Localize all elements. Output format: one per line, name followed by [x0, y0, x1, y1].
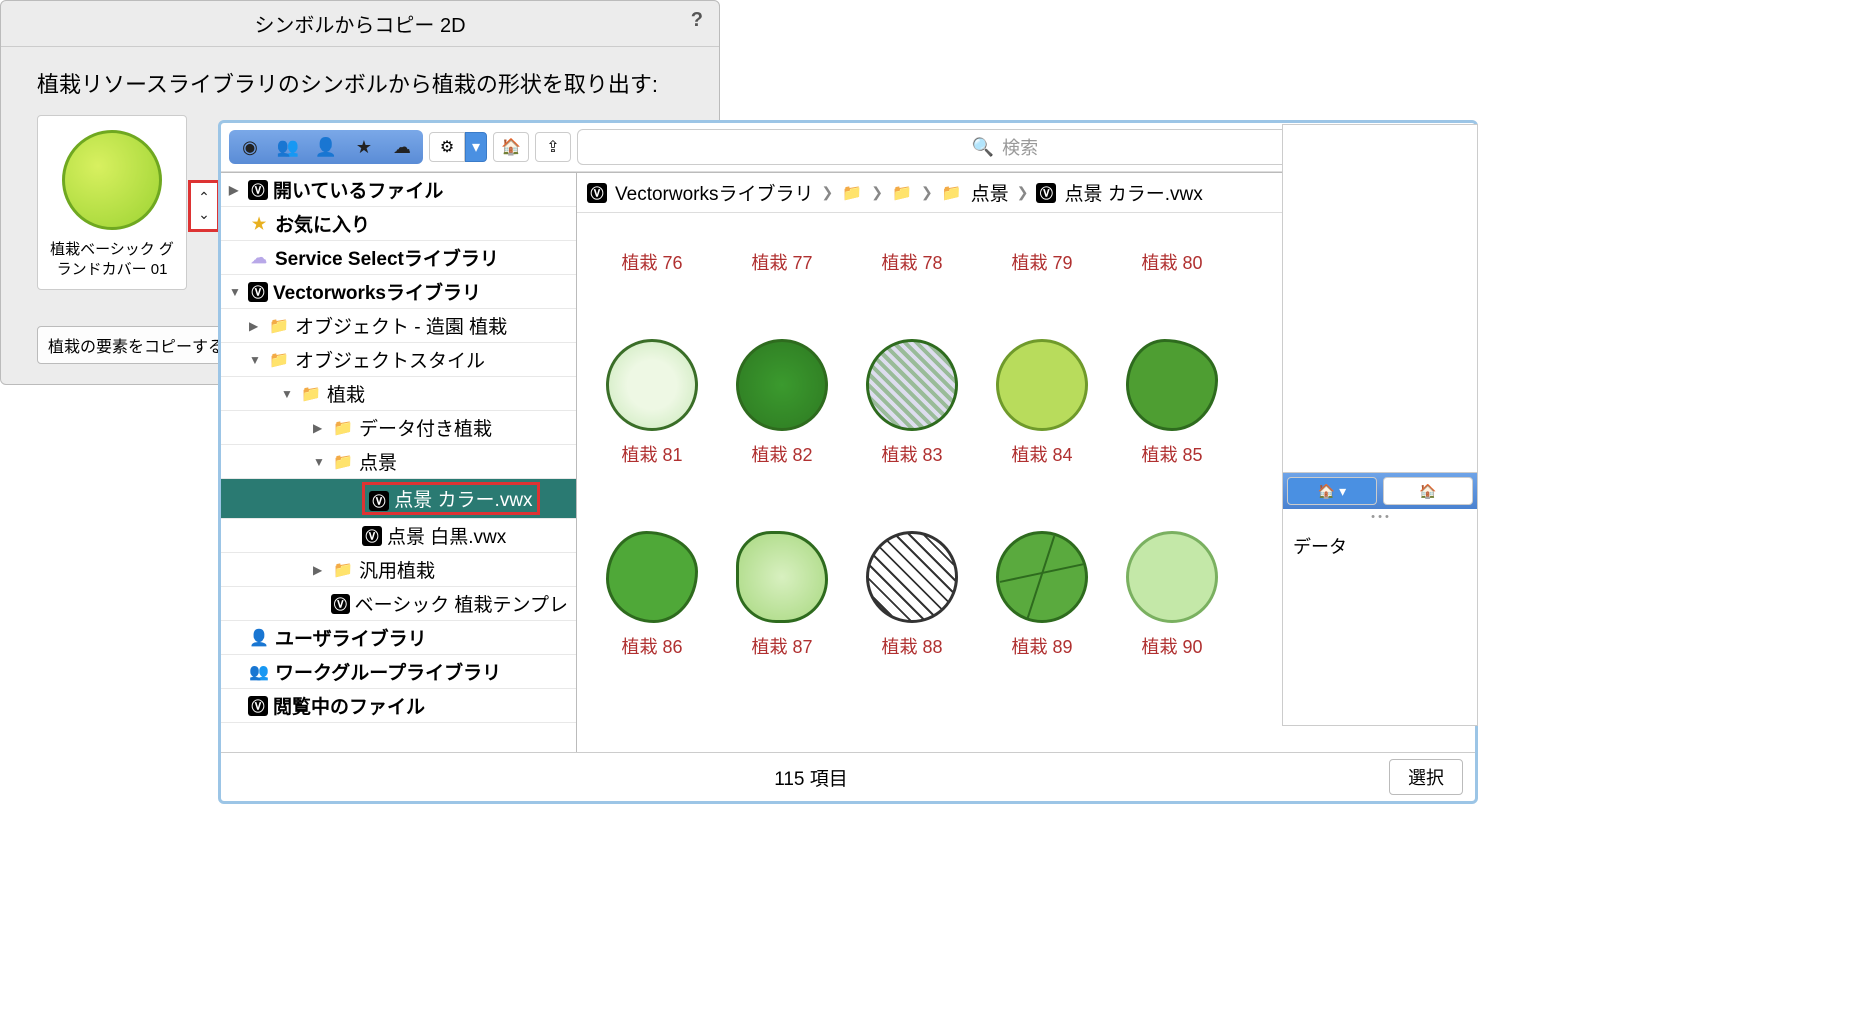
- tree-vw-library[interactable]: ▼ⓋVectorworksライブラリ: [221, 275, 576, 309]
- tree-data-planting[interactable]: ▶📁データ付き植栽: [221, 411, 576, 445]
- thumb-79[interactable]: 植栽 79: [981, 223, 1103, 275]
- chevron-up-icon: ⌃: [198, 189, 210, 206]
- tree-planting[interactable]: ▼📁植栽: [221, 377, 576, 411]
- tree-tenkei-color[interactable]: Ⓥ 点景 カラー.vwx: [221, 479, 576, 519]
- help-button[interactable]: ?: [691, 9, 703, 32]
- thumb-86[interactable]: 植栽 86: [591, 527, 713, 659]
- search-placeholder: 検索: [1002, 134, 1038, 160]
- tree-tenkei[interactable]: ▼📁点景: [221, 445, 576, 479]
- tree-favorites[interactable]: ★お気に入り: [221, 207, 576, 241]
- breadcrumb-root[interactable]: Vectorworksライブラリ: [615, 179, 813, 206]
- thumb-88[interactable]: 植栽 88: [851, 527, 973, 659]
- tree-workgroup-library[interactable]: 👥ワークグループライブラリ: [221, 655, 576, 689]
- thumb-83[interactable]: 植栽 83: [851, 335, 973, 467]
- folder-icon: 📁: [841, 182, 863, 204]
- search-icon: 🔍: [972, 137, 994, 158]
- thumb-81[interactable]: 植栽 81: [591, 335, 713, 467]
- right-panel: 🏠 ▾ 🏠 • • • データ: [1282, 124, 1478, 726]
- breadcrumb-tenkei[interactable]: 点景: [971, 179, 1009, 206]
- tree-open-files[interactable]: ▶Ⓥ開いているファイル: [221, 173, 576, 207]
- copy-elements-button[interactable]: 植栽の要素をコピーする: [37, 326, 235, 364]
- folder-icon: 📁: [891, 182, 913, 204]
- item-count: 115 項目: [233, 764, 1389, 791]
- thumb-78[interactable]: 植栽 78: [851, 223, 973, 275]
- tree-obj-style[interactable]: ▼📁オブジェクトスタイル: [221, 343, 576, 377]
- preview-label: 植栽ベーシック グランドカバー 01: [48, 240, 176, 279]
- preview-card: 植栽ベーシック グランドカバー 01: [37, 115, 187, 290]
- browser-footer: 115 項目 選択: [221, 752, 1475, 801]
- preview-plant-icon: [62, 130, 162, 230]
- group-icon[interactable]: 👥: [269, 132, 307, 162]
- tree-generic-planting[interactable]: ▶📁汎用植栽: [221, 553, 576, 587]
- view-alt-button[interactable]: 🏠: [1383, 477, 1473, 505]
- vw-icon: Ⓥ: [1036, 183, 1056, 203]
- data-section-label: データ: [1283, 525, 1477, 725]
- vw-icon[interactable]: ◉: [231, 132, 269, 162]
- thumb-90[interactable]: 植栽 90: [1111, 527, 1233, 659]
- tree-tenkei-bw[interactable]: Ⓥ点景 白黒.vwx: [221, 519, 576, 553]
- tree-user-library[interactable]: 👤ユーザライブラリ: [221, 621, 576, 655]
- thumb-84[interactable]: 植栽 84: [981, 335, 1103, 467]
- user-icon[interactable]: 👤: [307, 132, 345, 162]
- thumb-85[interactable]: 植栽 85: [1111, 335, 1233, 467]
- thumb-80[interactable]: 植栽 80: [1111, 223, 1233, 275]
- tree-basic-template[interactable]: Ⓥベーシック 植栽テンプレ: [221, 587, 576, 621]
- breadcrumb-file[interactable]: 点景 カラー.vwx: [1064, 179, 1202, 206]
- tree-obj-landscape[interactable]: ▶📁オブジェクト - 造園 植栽: [221, 309, 576, 343]
- right-panel-toolbar: 🏠 ▾ 🏠: [1283, 473, 1477, 509]
- preview-pane: [1283, 125, 1477, 473]
- view-home-button[interactable]: 🏠 ▾: [1287, 477, 1377, 505]
- chevron-right-icon: ❯: [871, 184, 883, 201]
- instruction-text: 植栽リソースライブラリのシンボルから植栽の形状を取り出す:: [37, 67, 683, 99]
- dialog-titlebar: シンボルからコピー 2D ?: [1, 1, 719, 47]
- home-button[interactable]: 🏠: [493, 132, 529, 162]
- thumb-77[interactable]: 植栽 77: [721, 223, 843, 275]
- select-button[interactable]: 選択: [1389, 759, 1463, 795]
- thumb-87[interactable]: 植栽 87: [721, 527, 843, 659]
- drag-handle-icon[interactable]: • • •: [1283, 509, 1477, 525]
- library-tree: ▶Ⓥ開いているファイル ★お気に入り ☁Service Selectライブラリ …: [221, 173, 577, 752]
- chevron-down-icon: ⌄: [198, 206, 210, 223]
- chevron-right-icon: ❯: [821, 184, 833, 201]
- star-icon[interactable]: ★: [345, 132, 383, 162]
- thumb-82[interactable]: 植栽 82: [721, 335, 843, 467]
- vw-icon: Ⓥ: [587, 183, 607, 203]
- export-button[interactable]: ⇪: [535, 132, 571, 162]
- tree-service-select[interactable]: ☁Service Selectライブラリ: [221, 241, 576, 275]
- gear-menu[interactable]: ⚙ ▾: [429, 132, 487, 162]
- chevron-right-icon: ❯: [1017, 184, 1029, 201]
- thumb-89[interactable]: 植栽 89: [981, 527, 1103, 659]
- source-filter-group: ◉ 👥 👤 ★ ☁: [229, 130, 423, 164]
- chevron-right-icon: ❯: [921, 184, 933, 201]
- thumb-76[interactable]: 植栽 76: [591, 223, 713, 275]
- tree-browsing-file[interactable]: Ⓥ閲覧中のファイル: [221, 689, 576, 723]
- expand-collapse-handle[interactable]: ⌃ ⌄: [188, 180, 220, 232]
- folder-icon: 📁: [941, 182, 963, 204]
- gear-dropdown-icon: ▾: [465, 132, 487, 162]
- gear-icon: ⚙: [429, 132, 465, 162]
- cloud-icon[interactable]: ☁: [383, 132, 421, 162]
- dialog-title: シンボルからコピー 2D: [254, 15, 465, 37]
